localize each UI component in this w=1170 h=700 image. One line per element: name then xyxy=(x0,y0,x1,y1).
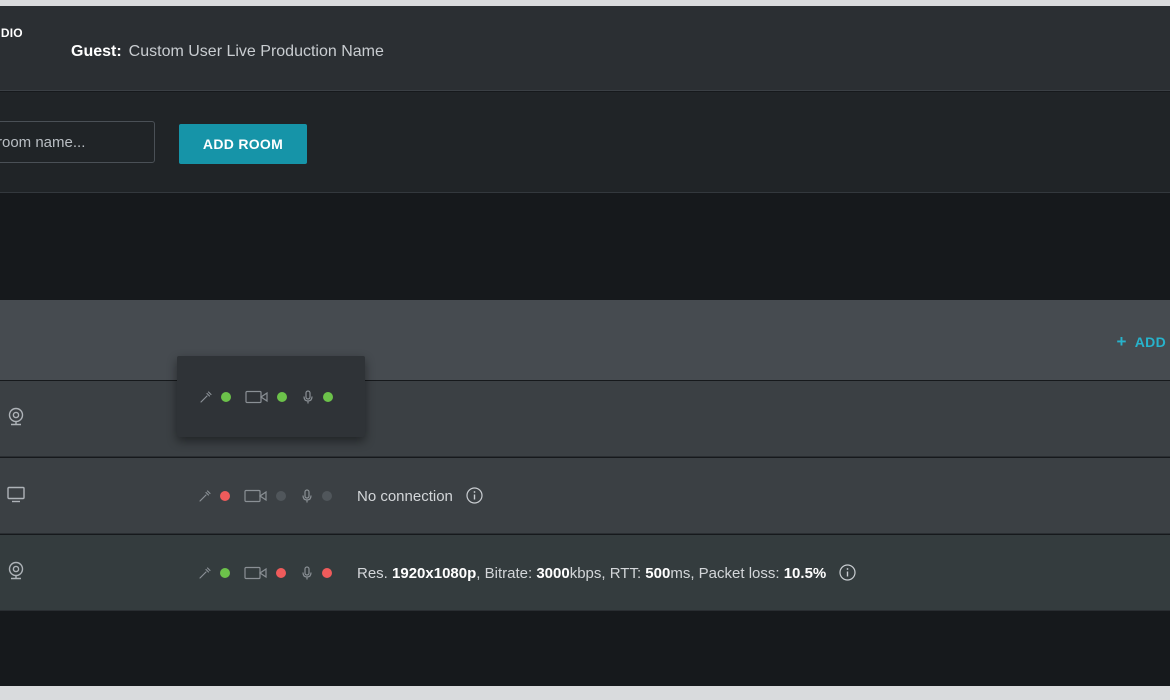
info-icon[interactable] xyxy=(466,487,483,504)
add-device-label: ADD xyxy=(1134,334,1166,350)
add-device-button[interactable]: + ADD xyxy=(1117,332,1166,352)
guest-label: Guest: xyxy=(71,43,122,60)
packet-loss-label: Packet loss: xyxy=(698,565,780,582)
connection-status-dot xyxy=(220,491,230,501)
rtt-unit: ms xyxy=(670,565,691,582)
info-icon[interactable] xyxy=(839,564,857,581)
packet-loss-value: 10.5% xyxy=(783,565,827,582)
webcam-icon xyxy=(8,407,24,426)
production-title: Guest: Custom User Live Production Name xyxy=(71,43,384,61)
connection-plug-icon xyxy=(199,490,211,502)
microphone-status-dot xyxy=(322,568,332,578)
microphone-status-dot xyxy=(323,392,333,402)
app-window: UDIO Guest: Custom User Live Production N… xyxy=(0,6,1170,686)
camera-icon xyxy=(244,566,267,580)
connection-status-dot xyxy=(220,568,230,578)
production-name: Custom User Live Production Name xyxy=(128,43,384,60)
rtt-value: 500 xyxy=(645,565,671,582)
bitrate-value: 3000 xyxy=(536,565,570,582)
microphone-status-dot xyxy=(322,491,332,501)
connection-plug-icon xyxy=(200,391,212,403)
camera-icon xyxy=(244,489,267,503)
camera-status-dot xyxy=(277,392,287,402)
microphone-icon xyxy=(303,390,313,404)
add-room-bar: ADD ROOM xyxy=(0,92,1170,193)
status-indicators xyxy=(198,486,346,506)
device-row[interactable] xyxy=(0,381,1170,457)
microphone-icon xyxy=(302,566,312,580)
resolution-value: 1920x1080p xyxy=(392,565,477,582)
resolution-label: Res. xyxy=(357,565,388,582)
status-text: No connection xyxy=(357,488,453,505)
bottom-edge xyxy=(0,686,1170,700)
room-name-input[interactable] xyxy=(0,121,155,163)
status-indicators xyxy=(198,563,346,583)
connection-status: No connection xyxy=(357,487,483,505)
stream-stats: Res. 1920x1080p, Bitrate: 3000kbps, RTT:… xyxy=(357,564,857,582)
microphone-icon xyxy=(302,489,312,503)
rtt-label: RTT: xyxy=(609,565,642,582)
status-popover xyxy=(177,356,365,437)
camera-icon xyxy=(245,390,268,404)
plus-icon: + xyxy=(1116,332,1127,351)
room-header: + ADD xyxy=(0,300,1170,380)
spacer xyxy=(0,194,1170,300)
app-logo: UDIO xyxy=(0,26,23,40)
connection-plug-icon xyxy=(199,567,211,579)
top-bar: UDIO Guest: Custom User Live Production N… xyxy=(0,6,1170,91)
connection-status-dot xyxy=(221,392,231,402)
device-row[interactable]: No connection xyxy=(0,458,1170,534)
camera-status-dot xyxy=(276,491,286,501)
camera-status-dot xyxy=(276,568,286,578)
monitor-icon xyxy=(7,486,25,503)
webcam-icon xyxy=(8,561,24,580)
device-row[interactable]: Res. 1920x1080p, Bitrate: 3000kbps, RTT:… xyxy=(0,535,1170,611)
status-indicators xyxy=(199,387,347,407)
bitrate-label: Bitrate: xyxy=(484,565,533,582)
add-room-button[interactable]: ADD ROOM xyxy=(179,124,307,164)
bitrate-unit: kbps xyxy=(569,565,602,582)
